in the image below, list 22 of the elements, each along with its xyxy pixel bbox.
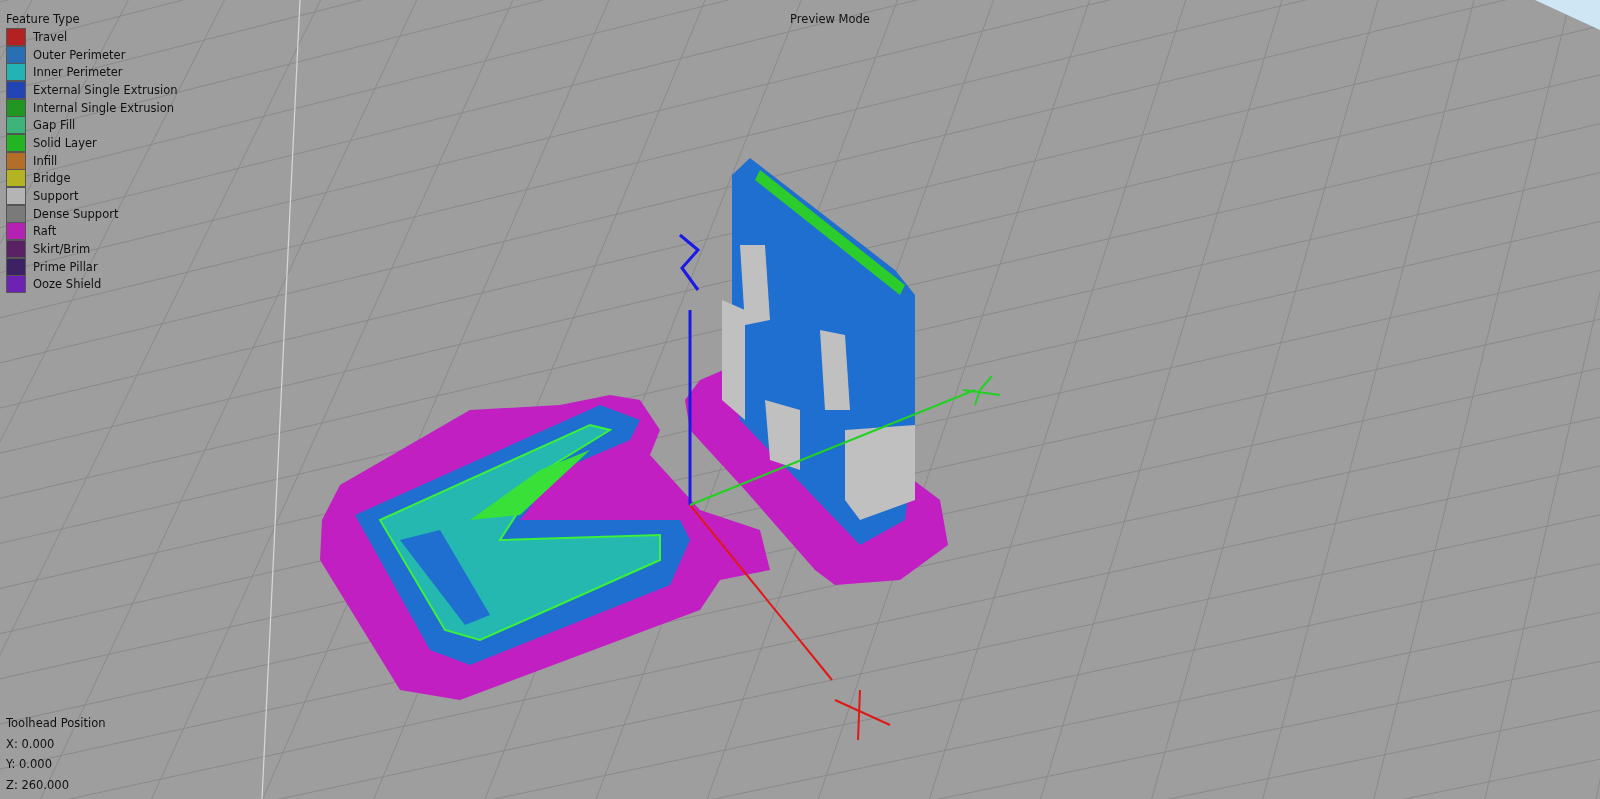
legend-label: Infill — [33, 153, 58, 168]
coordinate-text: X: 0.000 — [6, 735, 56, 753]
coordinate-text: Z: 260.000 — [6, 776, 70, 794]
legend-label: Travel — [33, 29, 68, 44]
legend-label: Support — [33, 189, 79, 204]
legend-label: Bridge — [33, 171, 71, 186]
legend-label: Skirt/Brim — [33, 242, 91, 257]
legend-label: External Single Extrusion — [33, 82, 178, 97]
legend-label: Prime Pillar — [33, 259, 98, 274]
legend-label: Solid Layer — [33, 135, 97, 150]
legend-label: Internal Single Extrusion — [33, 100, 175, 115]
legend-label: Ooze Shield — [33, 277, 102, 292]
legend-label: Raft — [33, 224, 57, 239]
corner-shape — [1535, 0, 1600, 30]
legend-label: Dense Support — [33, 206, 119, 221]
legend-label: Outer Perimeter — [33, 47, 126, 62]
toolhead-title: Toolhead Position — [6, 715, 107, 732]
legend-label: Gap Fill — [33, 118, 76, 133]
legend-title: Feature Type — [6, 11, 81, 28]
mode-label: Preview Mode — [790, 12, 870, 26]
coordinate-text: Y: 0.000 — [6, 756, 53, 773]
legend-label: Inner Perimeter — [33, 65, 123, 80]
